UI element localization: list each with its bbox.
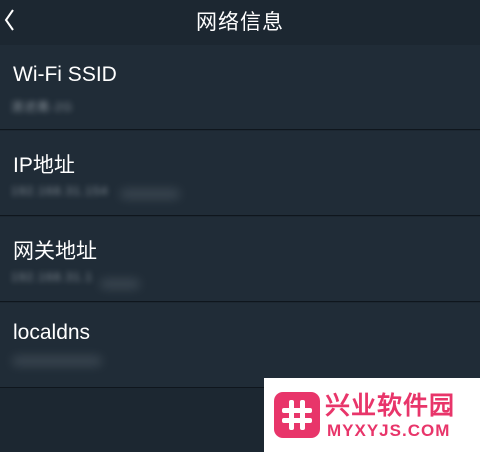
ip-address-value: 192.168.31.154 xyxy=(11,184,109,198)
gateway-value: 192.168.31.1 xyxy=(11,270,94,284)
localdns-row[interactable]: localdns xyxy=(0,303,480,388)
ip-address-row[interactable]: IP地址 192.168.31.154 xyxy=(0,131,480,216)
localdns-label: localdns xyxy=(13,321,91,344)
wifi-ssid-value: 清述鹰-2G xyxy=(11,100,74,114)
gateway-row[interactable]: 网关地址 192.168.31.1 xyxy=(0,217,480,302)
watermark-logo: 兴业软件园 MYXYJS.COM xyxy=(264,378,480,452)
blurred-text xyxy=(120,189,180,199)
localdns-value-blurred xyxy=(12,356,102,366)
wifi-ssid-row[interactable]: Wi-Fi SSID 清述鹰-2G xyxy=(0,45,480,130)
page-title: 网络信息 xyxy=(196,11,284,34)
nav-bar: 网络信息 xyxy=(0,0,480,40)
wifi-ssid-label: Wi-Fi SSID xyxy=(13,63,117,86)
watermark-url: MYXYJS.COM xyxy=(327,421,451,440)
watermark-title: 兴业软件园 xyxy=(325,392,456,420)
ip-address-label: IP地址 xyxy=(13,154,75,177)
blurred-text xyxy=(100,279,140,289)
hash-icon xyxy=(274,392,320,438)
gateway-label: 网关地址 xyxy=(13,240,97,263)
